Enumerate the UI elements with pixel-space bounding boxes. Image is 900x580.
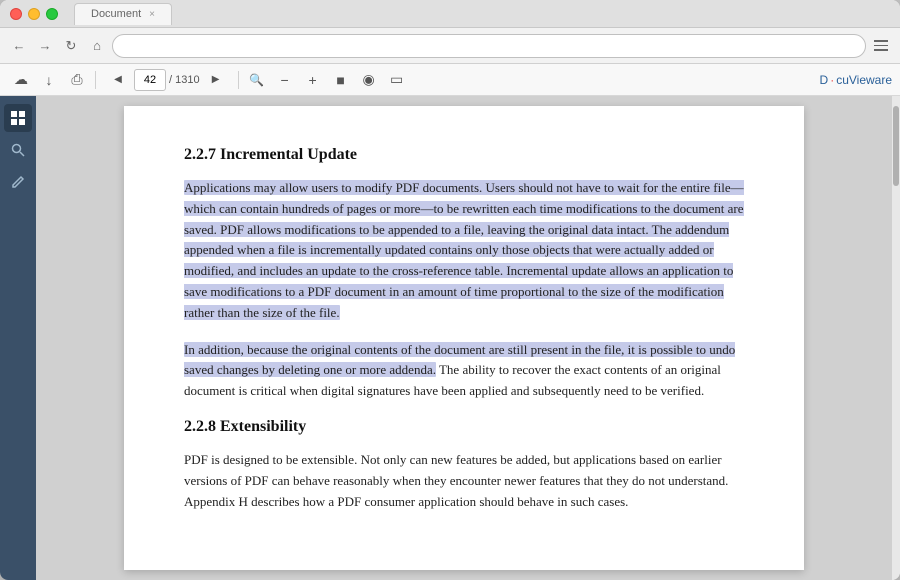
highlighted-text-1: Applications may allow users to modify P… — [184, 180, 744, 320]
address-input[interactable] — [112, 34, 866, 58]
fit-button[interactable]: ■ — [328, 67, 354, 93]
view-button[interactable]: ◉ — [356, 67, 382, 93]
download-button[interactable]: ↓ — [36, 67, 62, 93]
back-button[interactable]: ← — [8, 35, 30, 57]
section-228-paragraph: PDF is designed to be extensible. Not on… — [184, 450, 744, 512]
logo-text: D — [820, 73, 829, 87]
pdf-toolbar: ☁ ↓ ⎙ ◀ / 1310 ▶ 🔍 − + ■ ◉ ▭ D·cuVieware — [0, 64, 900, 96]
toolbar-separator-2 — [238, 71, 239, 89]
next-page-button[interactable]: ▶ — [203, 67, 229, 93]
sidebar-grid-icon[interactable] — [4, 104, 32, 132]
refresh-button[interactable]: ↻ — [60, 35, 82, 57]
title-bar: Document × — [0, 0, 900, 28]
prev-page-button[interactable]: ◀ — [105, 67, 131, 93]
menu-icon — [874, 40, 888, 42]
tab-label: Document — [91, 8, 141, 20]
docuviware-logo: D·cuVieware — [820, 73, 892, 87]
menu-icon — [874, 49, 888, 51]
menu-button[interactable] — [870, 35, 892, 57]
page-total: / 1310 — [169, 74, 200, 86]
section-227-number: 2.2.7 Incremental Update — [184, 146, 357, 163]
section-228-heading: 2.2.8 Extensibility — [184, 418, 744, 436]
logo-dot: · — [830, 73, 834, 87]
minimize-button[interactable] — [28, 8, 40, 20]
page-number-input[interactable] — [134, 69, 166, 91]
menu-icon — [874, 45, 888, 47]
zoom-in-button[interactable]: + — [300, 67, 326, 93]
scrollbar-track[interactable] — [892, 96, 900, 580]
sidebar-edit-icon[interactable] — [4, 168, 32, 196]
page-navigation: ◀ / 1310 ▶ — [105, 67, 229, 93]
tab-close-icon[interactable]: × — [149, 9, 155, 20]
main-area: 2.2.7 Incremental Update Applications ma… — [0, 96, 900, 580]
pdf-viewer: 2.2.7 Incremental Update Applications ma… — [36, 96, 892, 580]
section-227-heading: 2.2.7 Incremental Update — [184, 146, 744, 164]
section-227-paragraph1: Applications may allow users to modify P… — [184, 178, 744, 324]
home-button[interactable]: ⌂ — [86, 35, 108, 57]
section-228-number: 2.2.8 Extensibility — [184, 418, 306, 435]
select-button[interactable]: ▭ — [384, 67, 410, 93]
highlighted-text-2: In addition, because the original conten… — [184, 342, 735, 378]
forward-button[interactable]: → — [34, 35, 56, 57]
scrollbar-thumb[interactable] — [893, 106, 899, 186]
search-button[interactable]: 🔍 — [244, 67, 270, 93]
section-227-paragraph2: In addition, because the original conten… — [184, 340, 744, 402]
zoom-out-button[interactable]: − — [272, 67, 298, 93]
browser-tab[interactable]: Document × — [74, 3, 172, 25]
close-button[interactable] — [10, 8, 22, 20]
maximize-button[interactable] — [46, 8, 58, 20]
sidebar-search-icon[interactable] — [4, 136, 32, 164]
logo-text-2: cuVieware — [836, 73, 892, 87]
browser-window: Document × ← → ↻ ⌂ ☁ ↓ ⎙ ◀ / 1310 ▶ 🔍 − … — [0, 0, 900, 580]
left-sidebar — [0, 96, 36, 580]
pdf-page: 2.2.7 Incremental Update Applications ma… — [124, 106, 804, 570]
print-button[interactable]: ⎙ — [64, 67, 90, 93]
navigation-bar: ← → ↻ ⌂ — [0, 28, 900, 64]
toolbar-separator — [95, 71, 96, 89]
cloud-icon[interactable]: ☁ — [8, 67, 34, 93]
